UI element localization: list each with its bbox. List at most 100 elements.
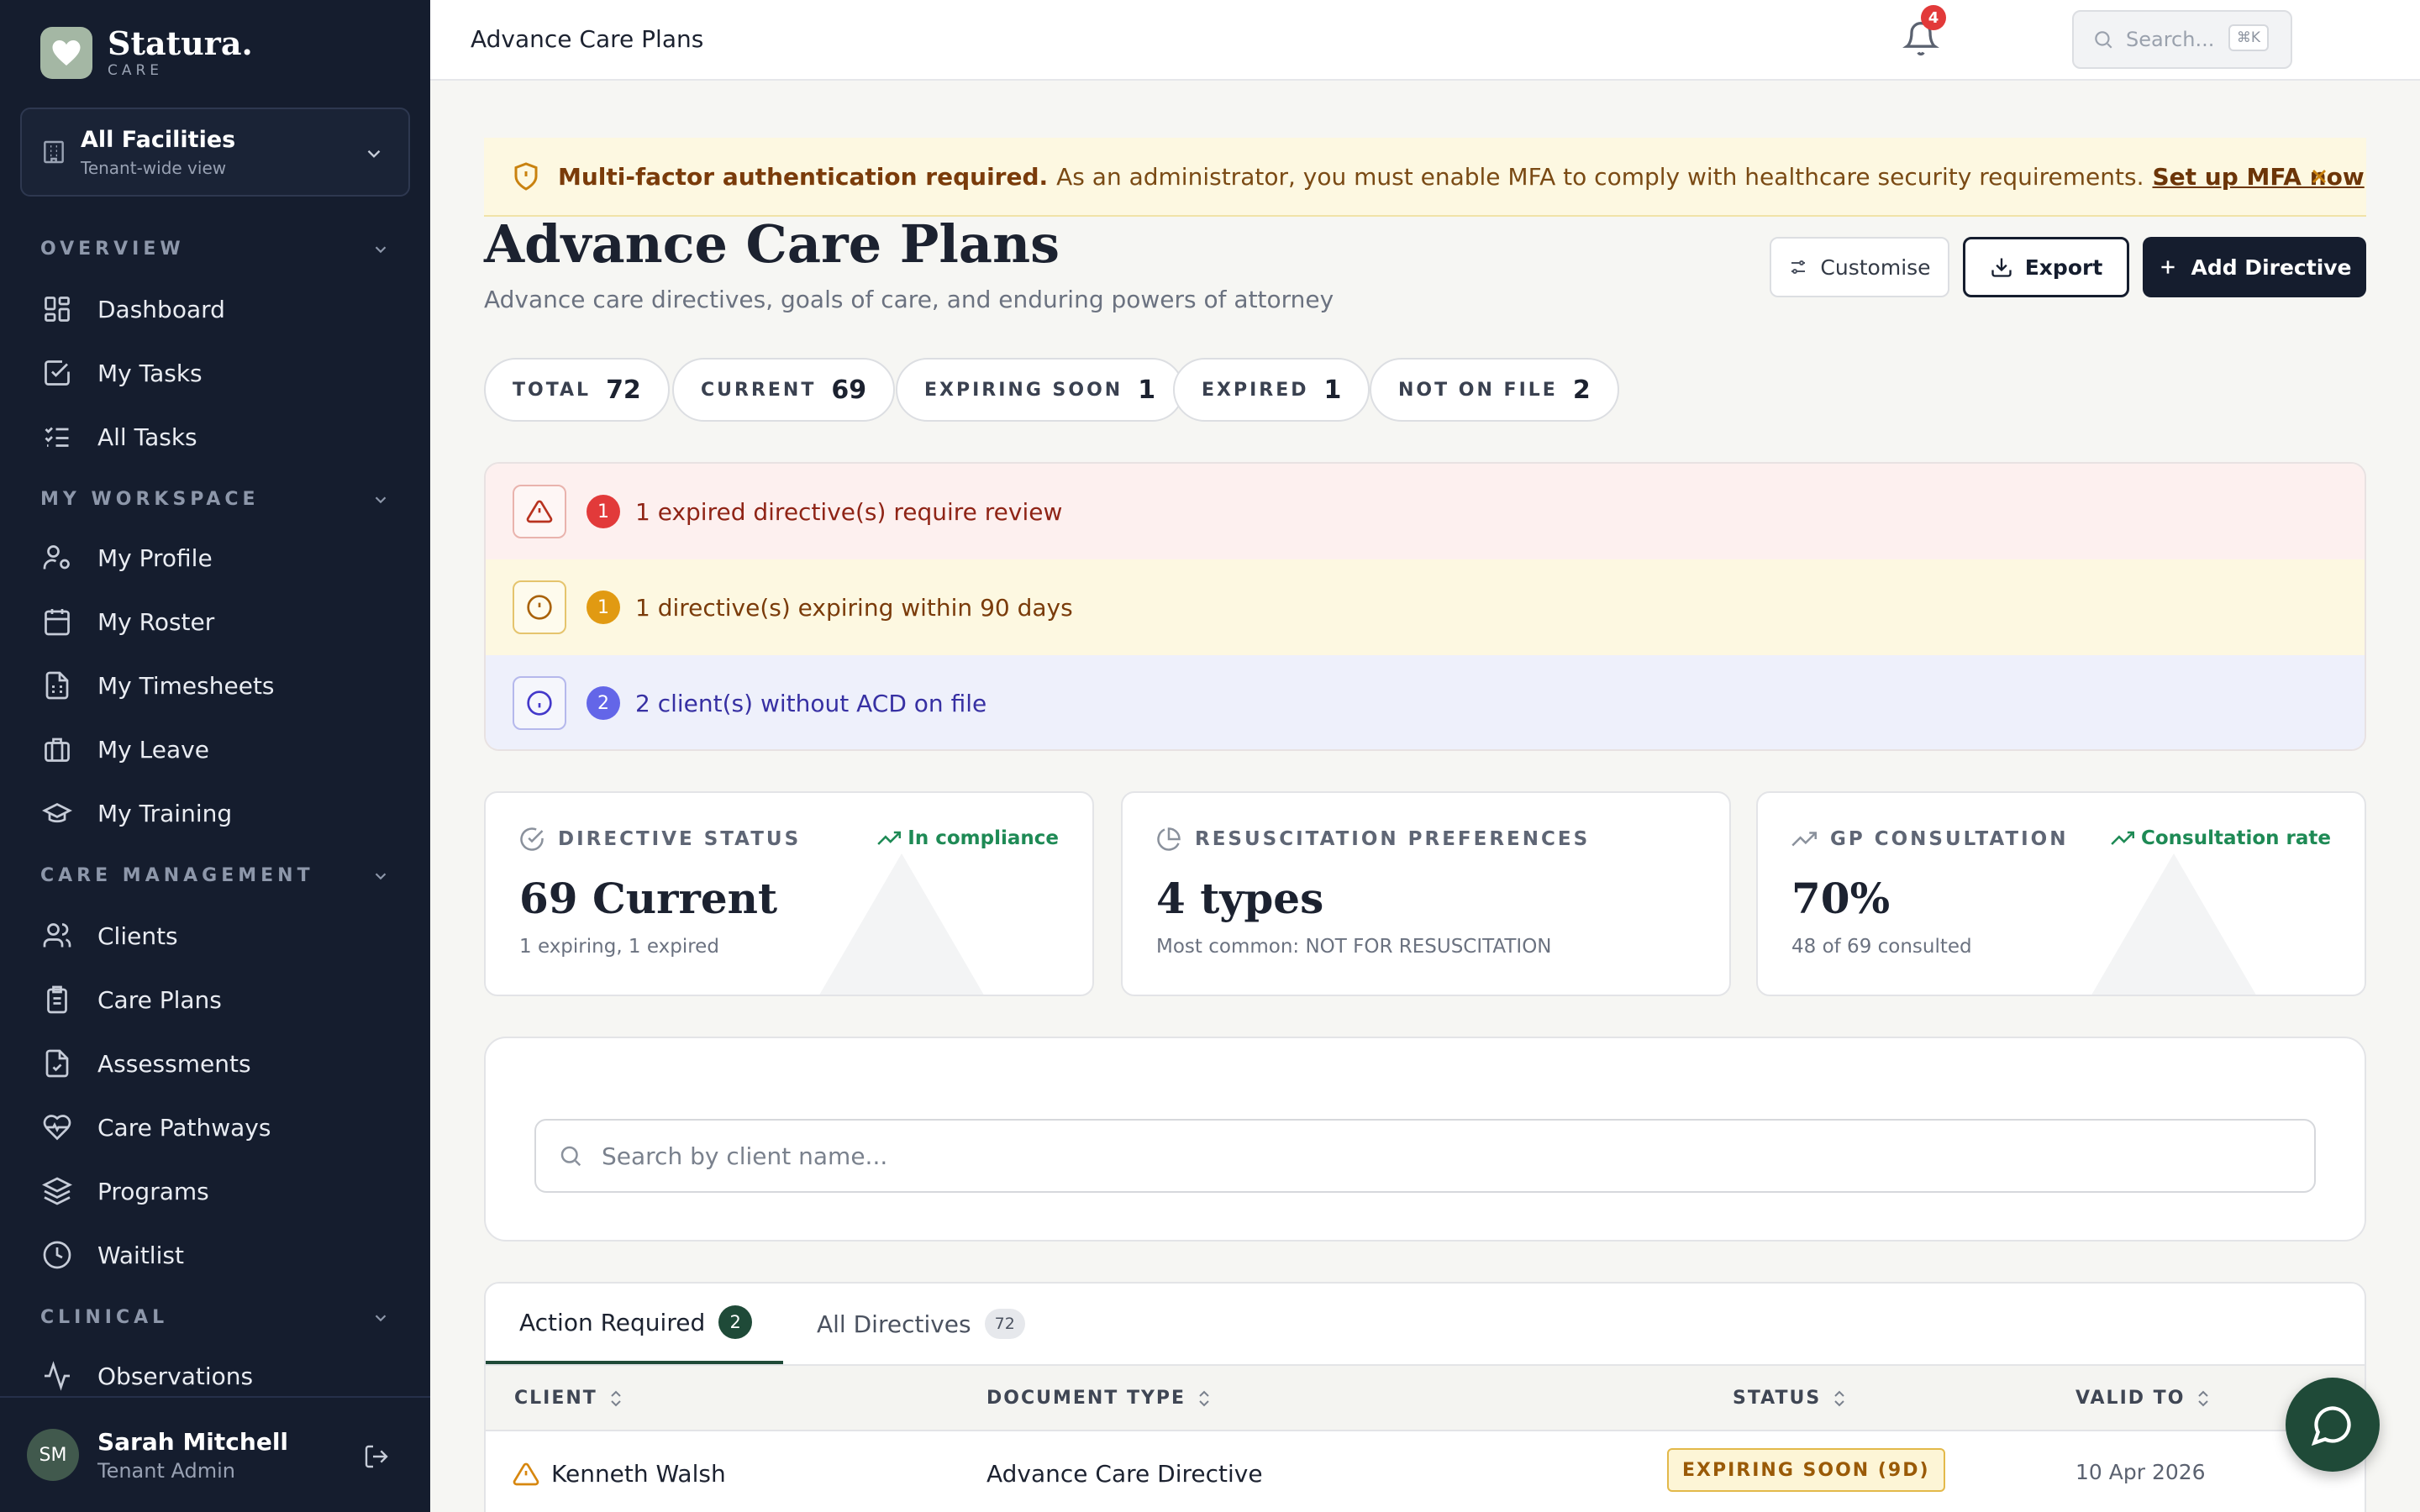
nav-label: My Tasks: [97, 359, 203, 387]
alert-expired[interactable]: 1 1 expired directive(s) require review: [486, 464, 2365, 559]
layers-icon: [40, 1174, 74, 1208]
column-valid-to[interactable]: VALID TO: [2075, 1388, 2212, 1409]
customise-label: Customise: [1820, 255, 1931, 280]
search-card: [484, 1037, 2366, 1242]
cell-valid-to: 10 Apr 2026: [2075, 1460, 2206, 1484]
nav-programs[interactable]: Programs: [40, 1166, 393, 1216]
nav-waitlist[interactable]: Waitlist: [40, 1230, 393, 1280]
card-directive-status: DIRECTIVE STATUS In compliance 69 Curren…: [484, 791, 1094, 996]
client-name: Kenneth Walsh: [551, 1460, 726, 1488]
chevron-down-icon: [375, 872, 387, 879]
stat-label: CURRENT: [701, 379, 817, 401]
close-icon[interactable]: [2307, 165, 2331, 188]
mfa-title: Multi-factor authentication required.: [558, 162, 1049, 191]
facility-selector[interactable]: All Facilities Tenant-wide view: [20, 108, 410, 197]
stat-value: 1: [1323, 375, 1342, 405]
table-row[interactable]: Kenneth Walsh Advance Care Directive EXP…: [486, 1431, 2365, 1512]
card-value: 69 Current: [519, 874, 778, 923]
column-document-type[interactable]: DOCUMENT TYPE: [986, 1388, 1213, 1409]
tab-all-directives[interactable]: All Directives 72: [817, 1284, 1025, 1364]
chevron-down-icon: [367, 150, 381, 158]
card-detail: 1 expiring, 1 expired: [519, 936, 719, 958]
customise-button[interactable]: Customise: [1770, 237, 1949, 297]
export-button[interactable]: Export: [1963, 237, 2129, 297]
nav-my-roster[interactable]: My Roster: [40, 596, 393, 647]
card-resuscitation: RESUSCITATION PREFERENCES 4 types Most c…: [1121, 791, 1731, 996]
column-label: STATUS: [1733, 1388, 1822, 1409]
nav-my-profile[interactable]: My Profile: [40, 533, 393, 583]
nav-assessments[interactable]: Assessments: [40, 1038, 393, 1089]
chat-button[interactable]: [2286, 1378, 2380, 1472]
activity-icon: [40, 1359, 74, 1393]
column-label: VALID TO: [2075, 1388, 2186, 1409]
column-status[interactable]: STATUS: [1733, 1388, 1848, 1409]
shield-alert-icon: [514, 162, 538, 191]
mfa-banner: Multi-factor authentication required. As…: [484, 138, 2366, 217]
section-my-workspace[interactable]: MY WORKSPACE: [40, 489, 390, 510]
status-badge: EXPIRING SOON (9D): [1667, 1448, 1945, 1492]
nav-my-tasks[interactable]: My Tasks: [40, 348, 393, 398]
user-cog-icon: [40, 541, 74, 575]
sort-icon: [611, 1390, 621, 1406]
sliders-icon: [1791, 260, 1806, 274]
avatar: SM: [27, 1429, 79, 1481]
stat-expired[interactable]: EXPIRED 1: [1173, 358, 1370, 422]
export-label: Export: [2024, 255, 2103, 280]
card-detail: Most common: NOT FOR RESUSCITATION: [1156, 936, 1552, 958]
user-profile[interactable]: SM Sarah Mitchell Tenant Admin: [0, 1396, 430, 1512]
notification-badge: 4: [1921, 5, 1946, 30]
column-client[interactable]: CLIENT: [514, 1388, 624, 1409]
section-title: CLINICAL: [40, 1307, 169, 1328]
card-label: GP CONSULTATION: [1830, 828, 2069, 850]
add-directive-button[interactable]: Add Directive: [2143, 237, 2366, 297]
warning-triangle-icon: [513, 1462, 539, 1485]
logout-icon[interactable]: [363, 1443, 390, 1470]
nav-label: Clients: [97, 921, 178, 950]
nav-label: My Roster: [97, 607, 215, 636]
column-label: CLIENT: [514, 1388, 597, 1409]
client-search-field[interactable]: [534, 1119, 2316, 1193]
nav-my-timesheets[interactable]: My Timesheets: [40, 660, 393, 711]
card-detail: 48 of 69 consulted: [1791, 936, 1972, 958]
nav-all-tasks[interactable]: All Tasks: [40, 412, 393, 462]
stat-current[interactable]: CURRENT 69: [672, 358, 896, 422]
nav-clients[interactable]: Clients: [40, 911, 393, 961]
cell-client[interactable]: Kenneth Walsh: [513, 1460, 726, 1488]
section-care-management[interactable]: CARE MANAGEMENT: [40, 865, 390, 886]
section-title: MY WORKSPACE: [40, 489, 260, 510]
nav-care-pathways[interactable]: Care Pathways: [40, 1102, 393, 1152]
section-title: OVERVIEW: [40, 239, 185, 260]
card-value: 4 types: [1156, 874, 1324, 923]
file-check-icon: [40, 1047, 74, 1080]
section-clinical[interactable]: CLINICAL: [40, 1307, 390, 1328]
section-overview[interactable]: OVERVIEW: [40, 239, 390, 260]
global-search[interactable]: Search... ⌘K: [2072, 10, 2292, 69]
luggage-icon: [40, 732, 74, 766]
nav-my-training[interactable]: My Training: [40, 788, 393, 838]
clock-icon: [40, 1238, 74, 1272]
nav-dashboard[interactable]: Dashboard: [40, 284, 393, 334]
trending-up-icon: [877, 831, 902, 845]
triangle-decoration: [2091, 853, 2256, 995]
alert-expiring[interactable]: 1 1 directive(s) expiring within 90 days: [486, 559, 2365, 655]
nav-my-leave[interactable]: My Leave: [40, 724, 393, 774]
alert-count: 2: [587, 686, 620, 720]
nav-label: My Timesheets: [97, 671, 275, 700]
card-gp-consultation: GP CONSULTATION Consultation rate 70% 48…: [1756, 791, 2366, 996]
brand[interactable]: Statura. CARE: [40, 27, 253, 79]
nav-label: My Profile: [97, 543, 213, 572]
tab-action-required[interactable]: Action Required 2: [486, 1284, 783, 1364]
stat-value: 69: [831, 375, 867, 405]
search-icon: [560, 1146, 581, 1167]
alert-no-acd[interactable]: 2 2 client(s) without ACD on file: [486, 655, 2365, 749]
client-search-input[interactable]: [602, 1142, 2198, 1170]
stat-expiring-soon[interactable]: EXPIRING SOON 1: [896, 358, 1185, 422]
heart-logo-icon: [40, 27, 92, 79]
mfa-setup-link[interactable]: Set up MFA now: [2152, 163, 2364, 191]
nav-observations[interactable]: Observations: [40, 1351, 393, 1401]
nav-label: My Leave: [97, 735, 209, 764]
nav-care-plans[interactable]: Care Plans: [40, 974, 393, 1025]
global-search-placeholder: Search...: [2126, 28, 2215, 51]
stat-not-on-file[interactable]: NOT ON FILE 2: [1370, 358, 1619, 422]
stat-total[interactable]: TOTAL 72: [484, 358, 670, 422]
